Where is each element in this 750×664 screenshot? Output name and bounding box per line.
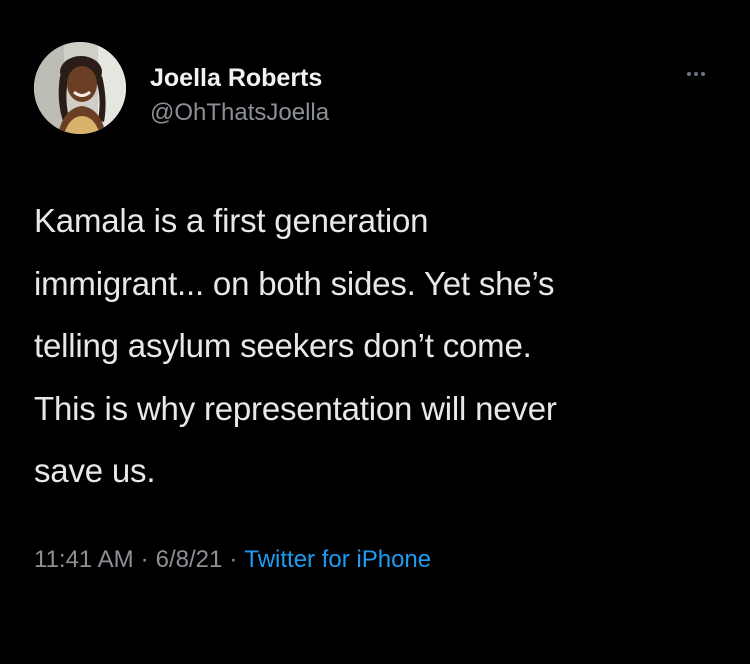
author-display-name[interactable]: Joella Roberts: [150, 64, 322, 93]
avatar-photo-icon: [34, 42, 126, 134]
meta-separator: ·: [140, 546, 149, 573]
tweet-time[interactable]: 11:41 AM: [34, 546, 134, 573]
tweet-card: Joella Roberts @OhThatsJoella Kamala is …: [0, 0, 750, 664]
more-horizontal-icon: [687, 72, 705, 76]
tweet-meta: 11:41 AM · 6/8/21 · Twitter for iPhone: [34, 546, 431, 574]
meta-separator: ·: [229, 546, 238, 573]
tweet-text: Kamala is a first generation immigrant..…: [34, 202, 557, 489]
avatar[interactable]: [34, 42, 126, 134]
tweet-source-link[interactable]: Twitter for iPhone: [244, 546, 431, 573]
more-options-button[interactable]: [676, 62, 716, 86]
tweet-date[interactable]: 6/8/21: [156, 546, 223, 573]
author-handle[interactable]: @OhThatsJoella: [150, 99, 329, 127]
